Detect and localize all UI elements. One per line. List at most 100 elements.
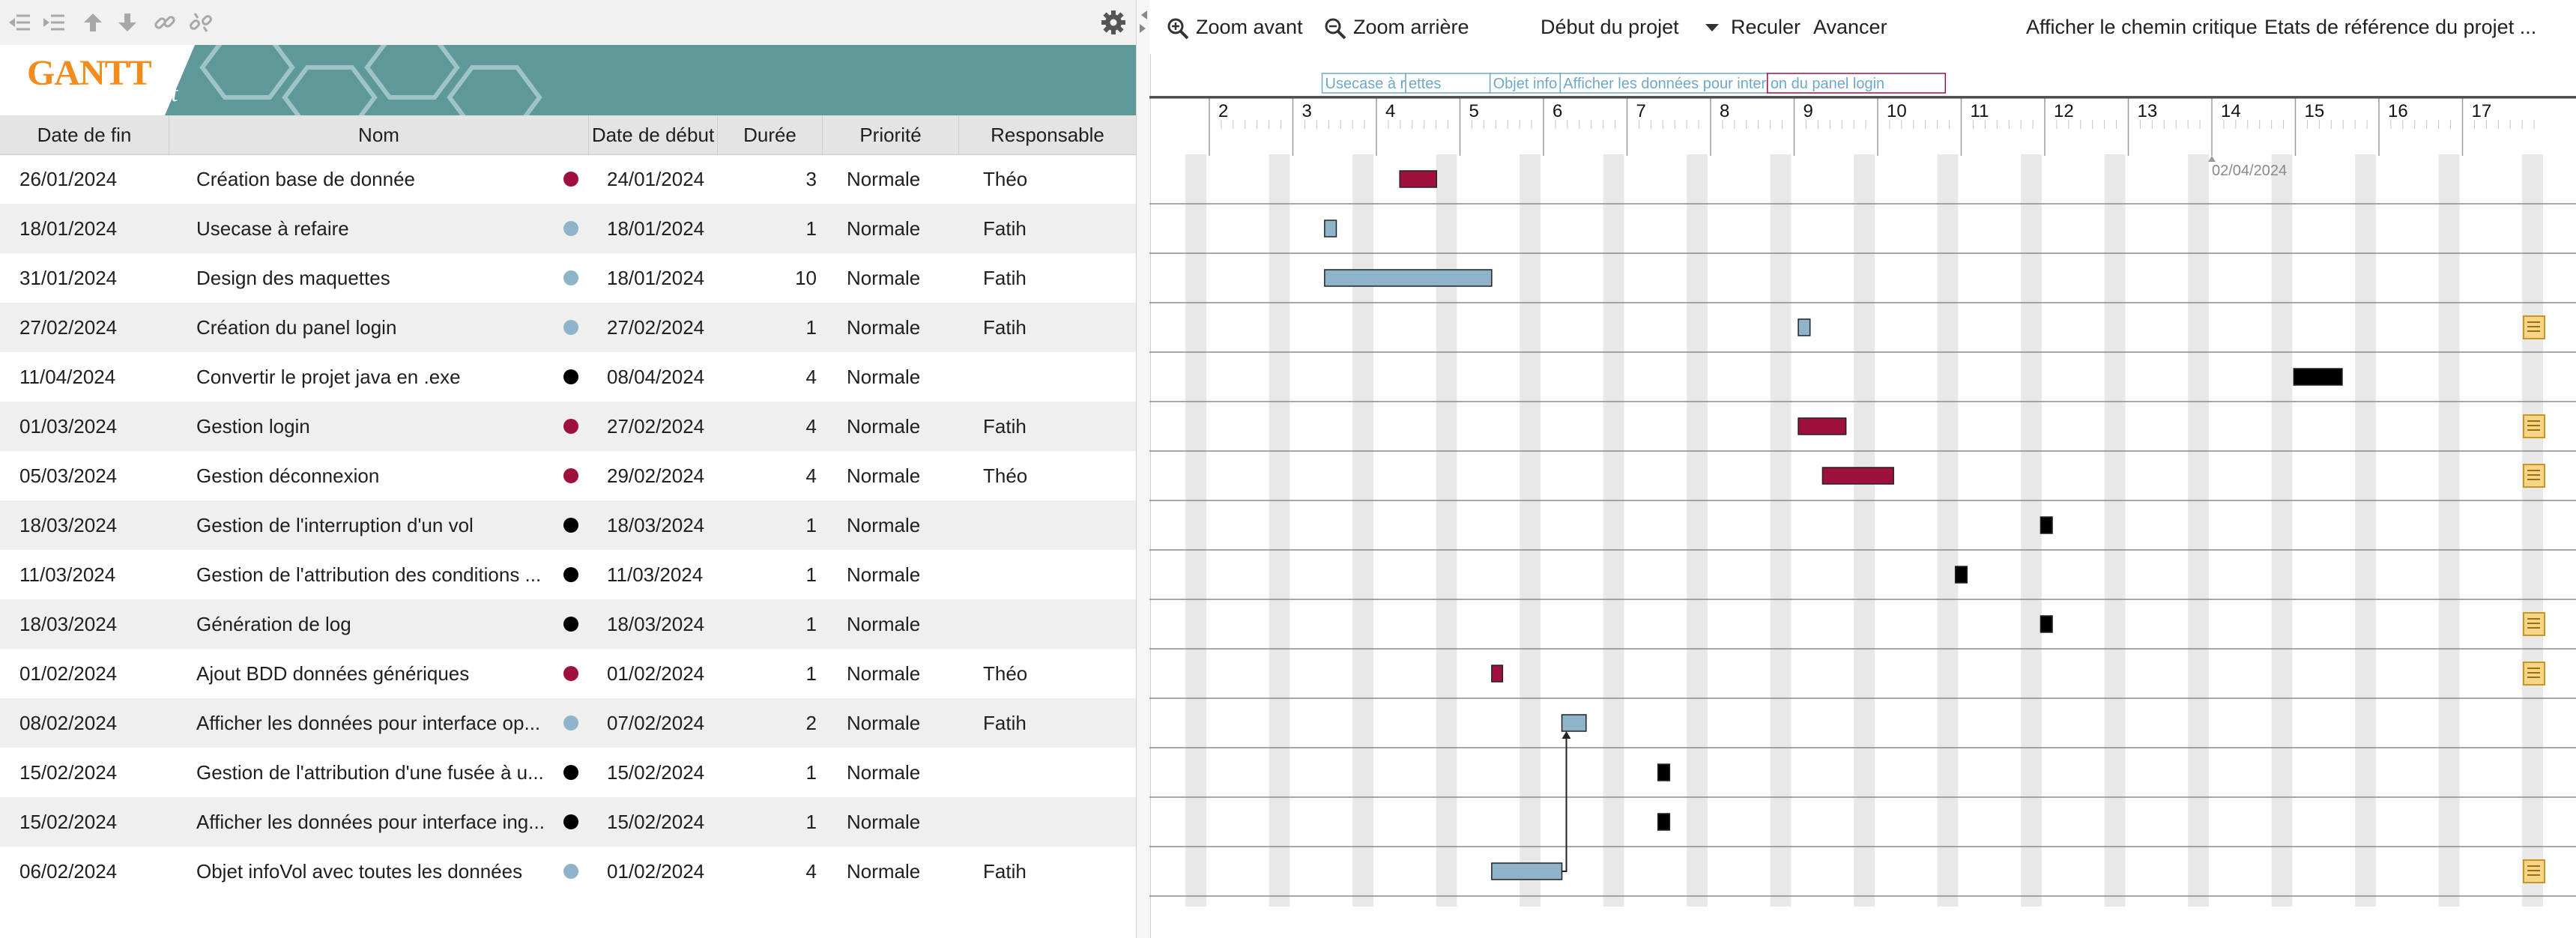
- task-bar[interactable]: [1324, 269, 1493, 287]
- project-start-dropdown[interactable]: Début du projet: [1541, 10, 1720, 43]
- unindent-icon[interactable]: [6, 9, 33, 36]
- task-row[interactable]: 06/02/2024 Objet infoVol avec toutes les …: [0, 847, 1136, 896]
- note-icon[interactable]: [2523, 414, 2545, 438]
- task-responsible: Théo: [983, 168, 1028, 190]
- task-color-dot[interactable]: [563, 172, 578, 187]
- task-row[interactable]: 18/03/2024 Gestion de l'interruption d'un…: [0, 500, 1136, 550]
- task-end-date: 27/02/2024: [19, 316, 118, 339]
- task-bar[interactable]: [1954, 566, 1968, 584]
- task-bar[interactable]: [1798, 417, 1847, 435]
- forward-button[interactable]: Avancer: [1813, 10, 1887, 43]
- move-down-icon[interactable]: [114, 9, 141, 36]
- task-end-date: 01/02/2024: [19, 662, 118, 685]
- task-priority: Normale: [847, 415, 921, 438]
- task-name: Génération de log: [196, 613, 351, 635]
- task-color-dot[interactable]: [563, 468, 578, 483]
- column-header-start-date[interactable]: Date de début: [589, 115, 718, 154]
- task-color-dot[interactable]: [563, 369, 578, 384]
- task-bar[interactable]: [1821, 467, 1894, 485]
- weekend-stripe: [2522, 154, 2543, 907]
- week-label: 6: [1552, 101, 1562, 121]
- task-row[interactable]: 08/02/2024 Afficher les données pour inte…: [0, 698, 1136, 748]
- task-row[interactable]: 31/01/2024 Design des maquettes 18/01/2024…: [0, 253, 1136, 303]
- task-name: Gestion de l'attribution des conditions …: [196, 563, 542, 586]
- zoom-out-button[interactable]: Zoom arrière: [1323, 10, 1469, 43]
- task-bar[interactable]: [2040, 516, 2053, 534]
- task-row[interactable]: 05/03/2024 Gestion déconnexion 29/02/2024 4…: [0, 451, 1136, 500]
- task-start-date: 15/02/2024: [607, 761, 705, 784]
- link-label-text: ettes: [1409, 76, 1441, 92]
- task-row[interactable]: 18/03/2024 Génération de log 18/03/2024 1 No…: [0, 599, 1136, 649]
- task-row[interactable]: 01/02/2024 Ajout BDD données génériques 01…: [0, 649, 1136, 698]
- task-row[interactable]: 18/01/2024 Usecase à refaire 18/01/2024 1 No…: [0, 204, 1136, 253]
- task-name: Gestion de l'interruption d'un vol: [196, 514, 474, 536]
- task-name: Afficher les données pour interface op..…: [196, 712, 541, 734]
- task-bar[interactable]: [1561, 714, 1587, 732]
- task-color-dot[interactable]: [563, 270, 578, 285]
- note-icon[interactable]: [2523, 612, 2545, 636]
- task-start-date: 08/04/2024: [607, 366, 705, 388]
- task-bar[interactable]: [1798, 318, 1811, 336]
- note-icon[interactable]: [2523, 464, 2545, 488]
- task-bar[interactable]: [1657, 763, 1671, 781]
- task-row[interactable]: 11/03/2024 Gestion de l'attribution des c…: [0, 550, 1136, 599]
- task-color-dot[interactable]: [563, 617, 578, 632]
- task-bar[interactable]: [1657, 813, 1671, 831]
- task-color-dot[interactable]: [563, 567, 578, 582]
- task-row[interactable]: 11/04/2024 Convertir le projet java en .e…: [0, 352, 1136, 402]
- task-row[interactable]: 27/02/2024 Création du panel login 27/02/2…: [0, 303, 1136, 352]
- ganttproject-banner: GANTT project: [0, 45, 1136, 115]
- task-color-dot[interactable]: [563, 320, 578, 335]
- collapse-arrows-icon[interactable]: [1137, 7, 1150, 37]
- task-bar[interactable]: [2293, 368, 2343, 386]
- task-end-date: 06/02/2024: [19, 860, 118, 883]
- task-color-dot[interactable]: [563, 715, 578, 730]
- task-start-date: 27/02/2024: [607, 415, 705, 438]
- column-header-responsible[interactable]: Responsable: [959, 115, 1136, 154]
- task-bar[interactable]: [1399, 170, 1438, 188]
- task-responsible: Fatih: [983, 217, 1027, 240]
- unlink-icon[interactable]: [187, 9, 214, 36]
- zoom-in-label: Zoom avant: [1196, 16, 1303, 38]
- task-color-dot[interactable]: [563, 765, 578, 780]
- column-header-end-date[interactable]: Date de fin: [0, 115, 169, 154]
- task-color-dot[interactable]: [563, 221, 578, 236]
- panel-splitter[interactable]: [1136, 0, 1151, 938]
- critical-path-button[interactable]: Afficher le chemin critique: [2026, 10, 2258, 43]
- note-icon[interactable]: [2523, 662, 2545, 686]
- task-responsible: [983, 599, 1125, 649]
- baselines-button[interactable]: Etats de référence du projet ...: [2264, 10, 2536, 43]
- task-color-dot[interactable]: [563, 419, 578, 434]
- task-bar[interactable]: [1324, 220, 1337, 237]
- link-icon[interactable]: [151, 9, 178, 36]
- task-start-date: 15/02/2024: [607, 811, 705, 833]
- move-up-icon[interactable]: [79, 9, 106, 36]
- dependency-arrow[interactable]: [1561, 737, 1567, 872]
- task-color-dot[interactable]: [563, 814, 578, 829]
- task-duration: 1: [805, 662, 817, 685]
- week-label: 10: [1887, 101, 1907, 121]
- task-bar[interactable]: [2040, 615, 2053, 633]
- task-row[interactable]: 15/02/2024 Gestion de l'attribution d'une…: [0, 748, 1136, 797]
- week-label: 13: [2138, 101, 2158, 121]
- task-row[interactable]: 26/01/2024 Création base de donnée 24/01/2…: [0, 154, 1136, 204]
- task-name: Design des maquettes: [196, 267, 390, 289]
- task-end-date: 01/03/2024: [19, 415, 118, 438]
- task-priority: Normale: [847, 465, 921, 487]
- task-row[interactable]: 15/02/2024 Afficher les données pour inte…: [0, 797, 1136, 847]
- back-button[interactable]: Reculer: [1731, 10, 1801, 43]
- column-header-name[interactable]: Nom: [169, 115, 589, 154]
- task-row[interactable]: 01/03/2024 Gestion login 27/02/2024 4 Normal…: [0, 402, 1136, 451]
- note-icon[interactable]: [2523, 859, 2545, 883]
- task-bar[interactable]: [1491, 665, 1504, 683]
- task-color-dot[interactable]: [563, 864, 578, 879]
- task-color-dot[interactable]: [563, 666, 578, 681]
- task-color-dot[interactable]: [563, 518, 578, 533]
- column-header-priority[interactable]: Priorité: [823, 115, 959, 154]
- task-bar[interactable]: [1491, 862, 1563, 880]
- note-icon[interactable]: [2523, 315, 2545, 339]
- gear-icon[interactable]: [1098, 9, 1128, 36]
- indent-icon[interactable]: [40, 9, 67, 36]
- zoom-in-button[interactable]: Zoom avant: [1166, 10, 1303, 43]
- column-header-duration[interactable]: Durée: [718, 115, 823, 154]
